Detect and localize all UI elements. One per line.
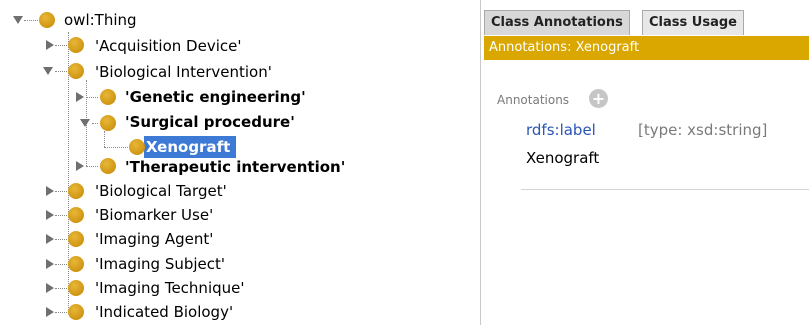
class-circle-icon: [68, 37, 84, 53]
collapse-toggle-icon[interactable]: [76, 161, 84, 171]
class-circle-icon: [129, 139, 145, 155]
collapse-toggle-icon[interactable]: [46, 307, 54, 317]
tree-item-indicated-biology[interactable]: 'Indicated Biology': [95, 301, 233, 323]
annotation-divider: [521, 189, 809, 190]
annotations-header: Annotations: Xenograft: [484, 36, 809, 60]
class-circle-icon: [39, 12, 55, 28]
tab-bar: Class Annotations Class Usage: [484, 0, 809, 36]
class-circle-icon: [68, 231, 84, 247]
tree-item-imaging-subject[interactable]: 'Imaging Subject': [95, 253, 225, 275]
annotation-property[interactable]: rdfs:label: [526, 121, 596, 139]
collapse-toggle-icon[interactable]: [46, 234, 54, 244]
annotation-type: [type: xsd:string]: [638, 121, 768, 139]
tree-item-acquisition-device[interactable]: 'Acquisition Device': [95, 35, 241, 57]
tree-connector: [55, 264, 67, 265]
annotations-section-label: Annotations: [497, 93, 570, 107]
tree-item-genetic-engineering[interactable]: 'Genetic engineering': [125, 86, 306, 108]
tree-connector: [92, 123, 98, 124]
tree-item-xenograft-selected[interactable]: Xenograft: [144, 136, 237, 158]
tree-item-imaging-technique[interactable]: 'Imaging Technique': [95, 277, 245, 299]
collapse-toggle-icon[interactable]: [76, 92, 84, 102]
class-circle-icon: [68, 183, 84, 199]
tree-item-biomarker-use[interactable]: 'Biomarker Use': [95, 204, 213, 226]
expand-toggle-icon[interactable]: [80, 119, 90, 127]
tree-item-surgical-procedure[interactable]: 'Surgical procedure': [125, 111, 295, 133]
collapse-toggle-icon[interactable]: [46, 259, 54, 269]
tree-connector: [55, 71, 67, 72]
tree-connector: [104, 131, 105, 147]
tree-connector: [55, 239, 67, 240]
class-description-pane: Class Annotations Class Usage Annotation…: [484, 0, 809, 325]
class-circle-icon: [100, 89, 116, 105]
annotation-value[interactable]: Xenograft: [526, 149, 599, 167]
tree-connector: [55, 312, 67, 313]
plus-icon: +: [591, 89, 606, 108]
class-circle-icon: [68, 280, 84, 296]
tree-item-biological-intervention[interactable]: 'Biological Intervention': [95, 61, 272, 83]
tree-connector: [104, 147, 128, 148]
tree-connector: [86, 166, 98, 167]
tree-connector: [24, 20, 38, 21]
tree-connector: [55, 191, 67, 192]
tree-item-owl-thing[interactable]: owl:Thing: [64, 9, 137, 31]
tab-class-annotations[interactable]: Class Annotations: [484, 10, 630, 35]
add-annotation-button[interactable]: +: [589, 89, 608, 108]
tree-connector: [55, 215, 67, 216]
class-hierarchy-tree[interactable]: owl:Thing 'Acquisition Device' 'Biologic…: [0, 0, 481, 325]
class-circle-icon: [68, 256, 84, 272]
collapse-toggle-icon[interactable]: [46, 40, 54, 50]
tree-item-therapeutic-intervention[interactable]: 'Therapeutic intervention': [125, 156, 345, 178]
expand-toggle-icon[interactable]: [43, 67, 53, 75]
class-circle-icon: [68, 304, 84, 320]
collapse-toggle-icon[interactable]: [46, 283, 54, 293]
class-circle-icon: [100, 115, 116, 131]
tree-item-imaging-agent[interactable]: 'Imaging Agent': [95, 228, 213, 250]
collapse-toggle-icon[interactable]: [46, 186, 54, 196]
tab-class-usage[interactable]: Class Usage: [642, 10, 744, 35]
class-circle-icon: [68, 63, 84, 79]
tree-connector: [86, 97, 98, 98]
expand-toggle-icon[interactable]: [13, 16, 23, 24]
tree-connector: [55, 288, 67, 289]
class-circle-icon: [100, 158, 116, 174]
class-circle-icon: [68, 207, 84, 223]
tree-item-biological-target[interactable]: 'Biological Target': [95, 180, 227, 202]
tree-connector: [55, 45, 67, 46]
collapse-toggle-icon[interactable]: [46, 210, 54, 220]
